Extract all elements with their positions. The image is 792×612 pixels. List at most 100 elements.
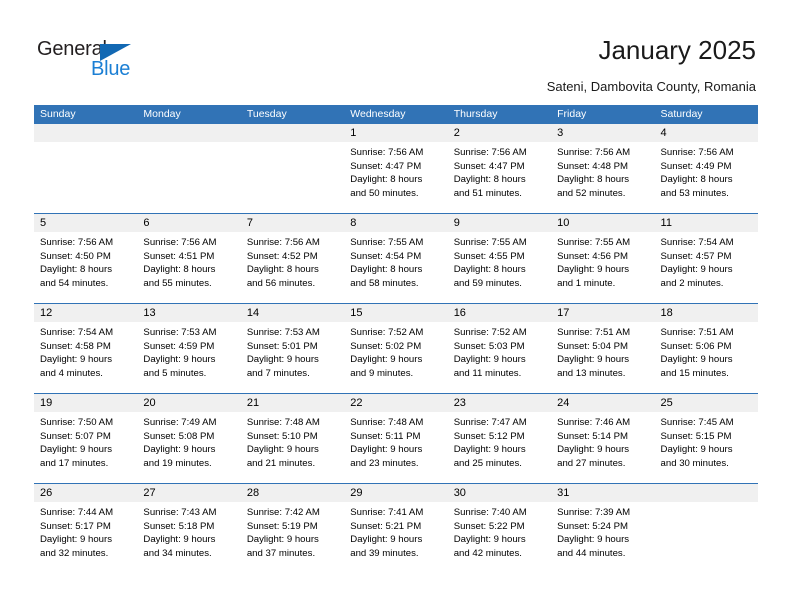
day-number[interactable]: 8 — [344, 214, 447, 232]
day-number[interactable]: 11 — [655, 214, 758, 232]
day-cell[interactable]: Sunrise: 7:54 AM Sunset: 4:58 PM Daylight:… — [34, 322, 137, 393]
day-number[interactable]: 2 — [448, 124, 551, 142]
day-number[interactable]: 4 — [655, 124, 758, 142]
day-cell[interactable]: Sunrise: 7:56 AM Sunset: 4:47 PM Daylight:… — [344, 142, 447, 213]
day-cell[interactable]: Sunrise: 7:56 AM Sunset: 4:49 PM Daylight:… — [655, 142, 758, 213]
day-cell[interactable]: Sunrise: 7:43 AM Sunset: 5:18 PM Daylight:… — [137, 502, 240, 573]
day-cell[interactable]: Sunrise: 7:46 AM Sunset: 5:14 PM Daylight:… — [551, 412, 654, 483]
day-cell[interactable] — [655, 502, 758, 573]
day-number[interactable]: 27 — [137, 484, 240, 502]
day-cell[interactable]: Sunrise: 7:39 AM Sunset: 5:24 PM Daylight:… — [551, 502, 654, 573]
day-number[interactable]: 19 — [34, 394, 137, 412]
day-detail-line: Sunset: 4:58 PM — [40, 340, 111, 352]
day-cell[interactable]: Sunrise: 7:52 AM Sunset: 5:02 PM Daylight:… — [344, 322, 447, 393]
day-cell[interactable]: Sunrise: 7:56 AM Sunset: 4:52 PM Daylight:… — [241, 232, 344, 303]
day-detail-line: Sunset: 5:04 PM — [557, 340, 629, 352]
day-number[interactable]: 5 — [34, 214, 137, 232]
day-cell[interactable]: Sunrise: 7:44 AM Sunset: 5:17 PM Daylight:… — [34, 502, 137, 573]
day-cell[interactable]: Sunrise: 7:55 AM Sunset: 4:56 PM Daylight:… — [551, 232, 654, 303]
day-cell[interactable]: Sunrise: 7:42 AM Sunset: 5:19 PM Daylight:… — [241, 502, 344, 573]
day-detail-line: Sunset: 4:50 PM — [40, 250, 111, 262]
day-number[interactable]: 3 — [551, 124, 654, 142]
day-detail-line: Daylight: 9 hours — [143, 444, 216, 456]
day-cell[interactable]: Sunrise: 7:50 AM Sunset: 5:07 PM Daylight:… — [34, 412, 137, 483]
day-number[interactable]: 28 — [241, 484, 344, 502]
day-detail-line: Daylight: 9 hours — [350, 534, 423, 546]
day-number[interactable]: 26 — [34, 484, 137, 502]
day-cell[interactable] — [241, 142, 344, 213]
day-cell[interactable]: Sunrise: 7:53 AM Sunset: 4:59 PM Daylight:… — [137, 322, 240, 393]
day-cell[interactable]: Sunrise: 7:54 AM Sunset: 4:57 PM Daylight:… — [655, 232, 758, 303]
weekday-header-row: Sunday Monday Tuesday Wednesday Thursday… — [34, 105, 758, 124]
weekday-header-tuesday: Tuesday — [246, 108, 287, 120]
day-detail-line: Sunrise: 7:39 AM — [557, 507, 631, 518]
day-detail-line: Daylight: 9 hours — [557, 444, 630, 456]
day-number[interactable]: 23 — [448, 394, 551, 412]
day-detail-line: and 27 minutes. — [557, 457, 626, 469]
day-detail-line: Sunset: 5:11 PM — [350, 430, 421, 442]
day-cell[interactable]: Sunrise: 7:52 AM Sunset: 5:03 PM Daylight:… — [448, 322, 551, 393]
day-number[interactable]: 30 — [448, 484, 551, 502]
day-cell[interactable]: Sunrise: 7:45 AM Sunset: 5:15 PM Daylight:… — [655, 412, 758, 483]
day-number[interactable]: 10 — [551, 214, 654, 232]
day-number[interactable]: 6 — [137, 214, 240, 232]
day-number[interactable]: 12 — [34, 304, 137, 322]
calendar-grid: Sunday Monday Tuesday Wednesday Thursday… — [34, 105, 758, 573]
weekday-header-saturday: Saturday — [660, 108, 703, 120]
day-number[interactable]: 20 — [137, 394, 240, 412]
day-number[interactable]: 14 — [241, 304, 344, 322]
day-cell[interactable]: Sunrise: 7:41 AM Sunset: 5:21 PM Daylight:… — [344, 502, 447, 573]
day-number-band: 5 6 7 8 9 10 11 — [34, 214, 758, 232]
day-number[interactable]: 22 — [344, 394, 447, 412]
day-number[interactable]: 13 — [137, 304, 240, 322]
day-detail-line: and 51 minutes. — [453, 187, 522, 199]
day-detail-line: Sunrise: 7:56 AM — [143, 237, 217, 248]
day-number[interactable]: 24 — [551, 394, 654, 412]
day-cell[interactable]: Sunrise: 7:56 AM Sunset: 4:50 PM Daylight:… — [34, 232, 137, 303]
day-number[interactable]: 9 — [448, 214, 551, 232]
calendar-week-row: 26 27 28 29 30 31 Sunrise: 7:44 AM Sunset: 5:17… — [34, 483, 758, 573]
day-detail-line: Sunset: 5:24 PM — [557, 520, 629, 532]
day-cell[interactable]: Sunrise: 7:47 AM Sunset: 5:12 PM Daylight:… — [448, 412, 551, 483]
day-detail-line: Sunrise: 7:53 AM — [143, 327, 217, 338]
day-number[interactable]: 21 — [241, 394, 344, 412]
day-number[interactable]: 16 — [448, 304, 551, 322]
day-number[interactable]: 17 — [551, 304, 654, 322]
day-detail-line: and 55 minutes. — [143, 277, 212, 289]
day-number-band: 12 13 14 15 16 17 18 — [34, 304, 758, 322]
day-cell[interactable]: Sunrise: 7:55 AM Sunset: 4:55 PM Daylight:… — [448, 232, 551, 303]
day-cell[interactable]: Sunrise: 7:56 AM Sunset: 4:47 PM Daylight:… — [448, 142, 551, 213]
day-cell[interactable]: Sunrise: 7:56 AM Sunset: 4:48 PM Daylight:… — [551, 142, 654, 213]
day-cell[interactable]: Sunrise: 7:48 AM Sunset: 5:11 PM Daylight:… — [344, 412, 447, 483]
day-detail-line: Daylight: 9 hours — [660, 354, 733, 366]
day-cell[interactable] — [34, 142, 137, 213]
day-cell[interactable]: Sunrise: 7:51 AM Sunset: 5:06 PM Daylight:… — [655, 322, 758, 393]
day-detail-line: and 17 minutes. — [40, 457, 109, 469]
day-detail-line: and 39 minutes. — [350, 547, 419, 559]
day-number[interactable]: 15 — [344, 304, 447, 322]
day-number[interactable]: 29 — [344, 484, 447, 502]
day-cell[interactable]: Sunrise: 7:51 AM Sunset: 5:04 PM Daylight:… — [551, 322, 654, 393]
day-cell[interactable]: Sunrise: 7:55 AM Sunset: 4:54 PM Daylight:… — [344, 232, 447, 303]
day-number[interactable]: 25 — [655, 394, 758, 412]
day-detail-line: Daylight: 9 hours — [40, 354, 112, 366]
day-number[interactable]: 31 — [551, 484, 654, 502]
day-detail-line: and 9 minutes. — [350, 367, 414, 379]
day-cell[interactable]: Sunrise: 7:56 AM Sunset: 4:51 PM Daylight:… — [137, 232, 240, 303]
day-cell[interactable]: Sunrise: 7:49 AM Sunset: 5:08 PM Daylight:… — [137, 412, 240, 483]
day-detail-line: Daylight: 9 hours — [557, 264, 630, 276]
day-cell[interactable]: Sunrise: 7:40 AM Sunset: 5:22 PM Daylight:… — [448, 502, 551, 573]
general-blue-logo[interactable]: General Blue — [37, 38, 167, 82]
day-cell[interactable]: Sunrise: 7:53 AM Sunset: 5:01 PM Daylight:… — [241, 322, 344, 393]
day-detail-line: Sunset: 4:57 PM — [660, 250, 732, 262]
day-number — [137, 124, 240, 142]
day-detail-line: and 21 minutes. — [246, 457, 316, 469]
day-cell[interactable] — [137, 142, 240, 213]
calendar-week-row: 19 20 21 22 23 24 25 Sunrise: 7:50 AM Sunset: 5:… — [34, 393, 758, 483]
weekday-header-wednesday: Wednesday — [350, 108, 406, 120]
day-number[interactable]: 1 — [344, 124, 447, 142]
day-number[interactable]: 7 — [241, 214, 344, 232]
day-number[interactable]: 18 — [655, 304, 758, 322]
day-detail-line: Sunrise: 7:43 AM — [143, 507, 217, 518]
day-cell[interactable]: Sunrise: 7:48 AM Sunset: 5:10 PM Daylight:… — [241, 412, 344, 483]
